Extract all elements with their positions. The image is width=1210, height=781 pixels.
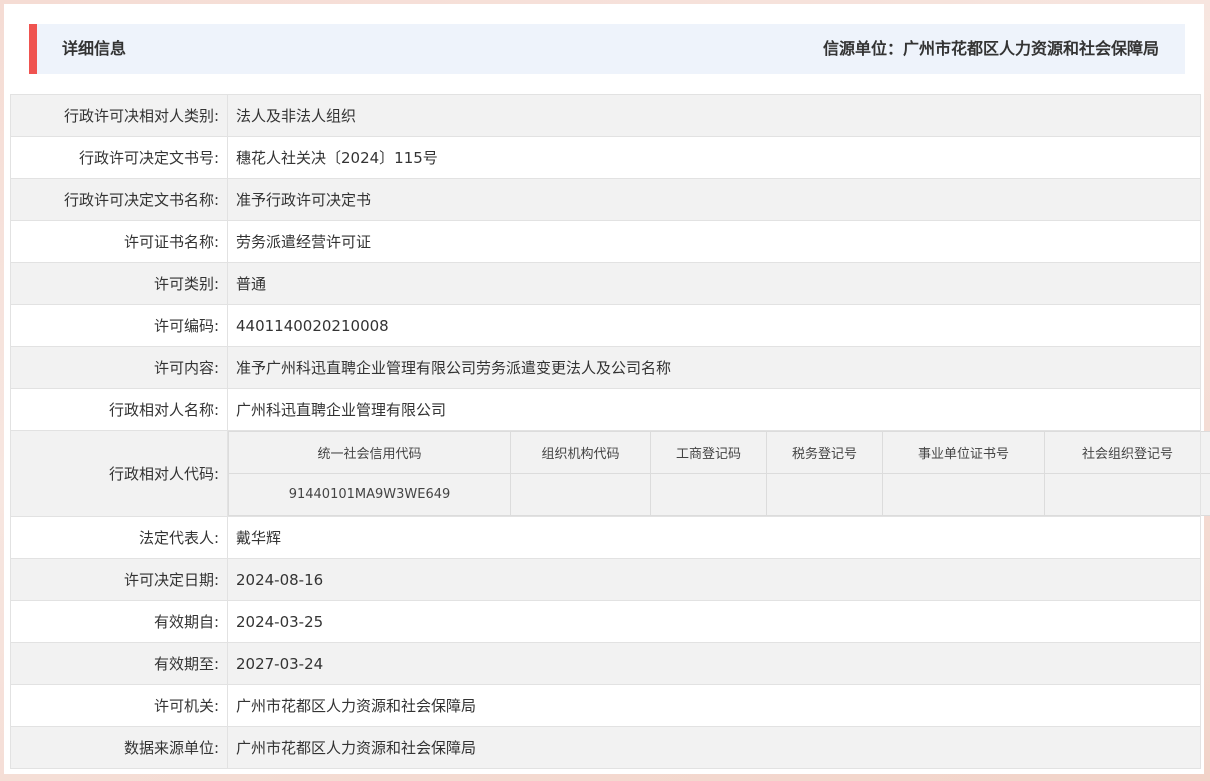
- field-label: 行政许可决相对人类别:: [10, 94, 228, 137]
- field-value: 普通: [227, 262, 1201, 305]
- field-value: 4401140020210008: [227, 304, 1201, 347]
- field-label: 行政相对人代码:: [10, 430, 228, 517]
- section-header: 详细信息 信源单位：广州市花都区人力资源和社会保障局: [29, 24, 1185, 74]
- table-row: 有效期至: 2027-03-24: [10, 642, 1201, 685]
- source-unit: 信源单位：广州市花都区人力资源和社会保障局: [822, 39, 1159, 58]
- detail-panel: 详细信息 信源单位：广州市花都区人力资源和社会保障局 行政许可决相对人类别: 法…: [4, 4, 1210, 774]
- field-value: 2024-03-25: [227, 600, 1201, 643]
- field-value: 2024-08-16: [227, 558, 1201, 601]
- field-value: 广州市花都区人力资源和社会保障局: [227, 684, 1201, 727]
- field-label: 许可证书名称:: [10, 220, 228, 263]
- code-column-header: 社会组织登记号: [1044, 431, 1210, 474]
- field-value: 戴华辉: [227, 516, 1201, 559]
- field-label: 法定代表人:: [10, 516, 228, 559]
- field-value: 法人及非法人组织: [227, 94, 1201, 137]
- code-value-row: 91440101MA9W3WE649: [228, 473, 1210, 516]
- code-table: 统一社会信用代码 组织机构代码 工商登记码 税务登记号 事业单位证书号 社会组织…: [228, 431, 1210, 516]
- code-table-cell: 统一社会信用代码 组织机构代码 工商登记码 税务登记号 事业单位证书号 社会组织…: [227, 430, 1210, 517]
- field-label: 行政相对人名称:: [10, 388, 228, 431]
- table-row: 行政许可决相对人类别: 法人及非法人组织: [10, 94, 1201, 137]
- table-row: 行政相对人名称: 广州科迅直聘企业管理有限公司: [10, 388, 1201, 431]
- field-label: 许可类别:: [10, 262, 228, 305]
- field-label: 数据来源单位:: [10, 726, 228, 769]
- code-column-header: 事业单位证书号: [882, 431, 1045, 474]
- field-label: 有效期自:: [10, 600, 228, 643]
- field-value: 广州科迅直聘企业管理有限公司: [227, 388, 1201, 431]
- field-value: 准予广州科迅直聘企业管理有限公司劳务派遣变更法人及公司名称: [227, 346, 1201, 389]
- field-value: 准予行政许可决定书: [227, 178, 1201, 221]
- field-label: 行政许可决定文书号:: [10, 136, 228, 179]
- field-label: 行政许可决定文书名称:: [10, 178, 228, 221]
- field-label: 许可机关:: [10, 684, 228, 727]
- field-label: 许可决定日期:: [10, 558, 228, 601]
- code-column-header: 工商登记码: [650, 431, 767, 474]
- field-value: 劳务派遣经营许可证: [227, 220, 1201, 263]
- field-label: 许可内容:: [10, 346, 228, 389]
- code-value: [1044, 473, 1210, 516]
- field-value: 广州市花都区人力资源和社会保障局: [227, 726, 1201, 769]
- table-row-codes: 行政相对人代码: 统一社会信用代码 组织机构代码 工商登记码 税务登记号 事业单…: [10, 430, 1210, 517]
- header-accent-bar: [29, 24, 37, 74]
- code-value: 91440101MA9W3WE649: [228, 473, 511, 516]
- code-value: [650, 473, 767, 516]
- code-value: [766, 473, 883, 516]
- table-row: 数据来源单位: 广州市花都区人力资源和社会保障局: [10, 726, 1201, 769]
- code-column-header: 税务登记号: [766, 431, 883, 474]
- field-label: 有效期至:: [10, 642, 228, 685]
- code-value: [882, 473, 1045, 516]
- code-column-header: 组织机构代码: [510, 431, 651, 474]
- detail-table: 行政许可决相对人类别: 法人及非法人组织 行政许可决定文书号: 穗花人社关决〔2…: [10, 94, 1210, 769]
- table-row: 许可内容: 准予广州科迅直聘企业管理有限公司劳务派遣变更法人及公司名称: [10, 346, 1201, 389]
- table-row: 行政许可决定文书名称: 准予行政许可决定书: [10, 178, 1201, 221]
- code-header-row: 统一社会信用代码 组织机构代码 工商登记码 税务登记号 事业单位证书号 社会组织…: [228, 431, 1210, 474]
- table-row: 行政许可决定文书号: 穗花人社关决〔2024〕115号: [10, 136, 1201, 179]
- table-row: 许可类别: 普通: [10, 262, 1201, 305]
- field-value: 穗花人社关决〔2024〕115号: [227, 136, 1201, 179]
- table-row: 许可证书名称: 劳务派遣经营许可证: [10, 220, 1201, 263]
- field-value: 2027-03-24: [227, 642, 1201, 685]
- field-label: 许可编码:: [10, 304, 228, 347]
- table-row: 许可决定日期: 2024-08-16: [10, 558, 1201, 601]
- table-row: 法定代表人: 戴华辉: [10, 516, 1201, 559]
- table-row: 许可机关: 广州市花都区人力资源和社会保障局: [10, 684, 1201, 727]
- code-column-header: 统一社会信用代码: [228, 431, 511, 474]
- table-row: 许可编码: 4401140020210008: [10, 304, 1201, 347]
- table-row: 有效期自: 2024-03-25: [10, 600, 1201, 643]
- code-value: [510, 473, 651, 516]
- section-title: 详细信息: [62, 39, 127, 58]
